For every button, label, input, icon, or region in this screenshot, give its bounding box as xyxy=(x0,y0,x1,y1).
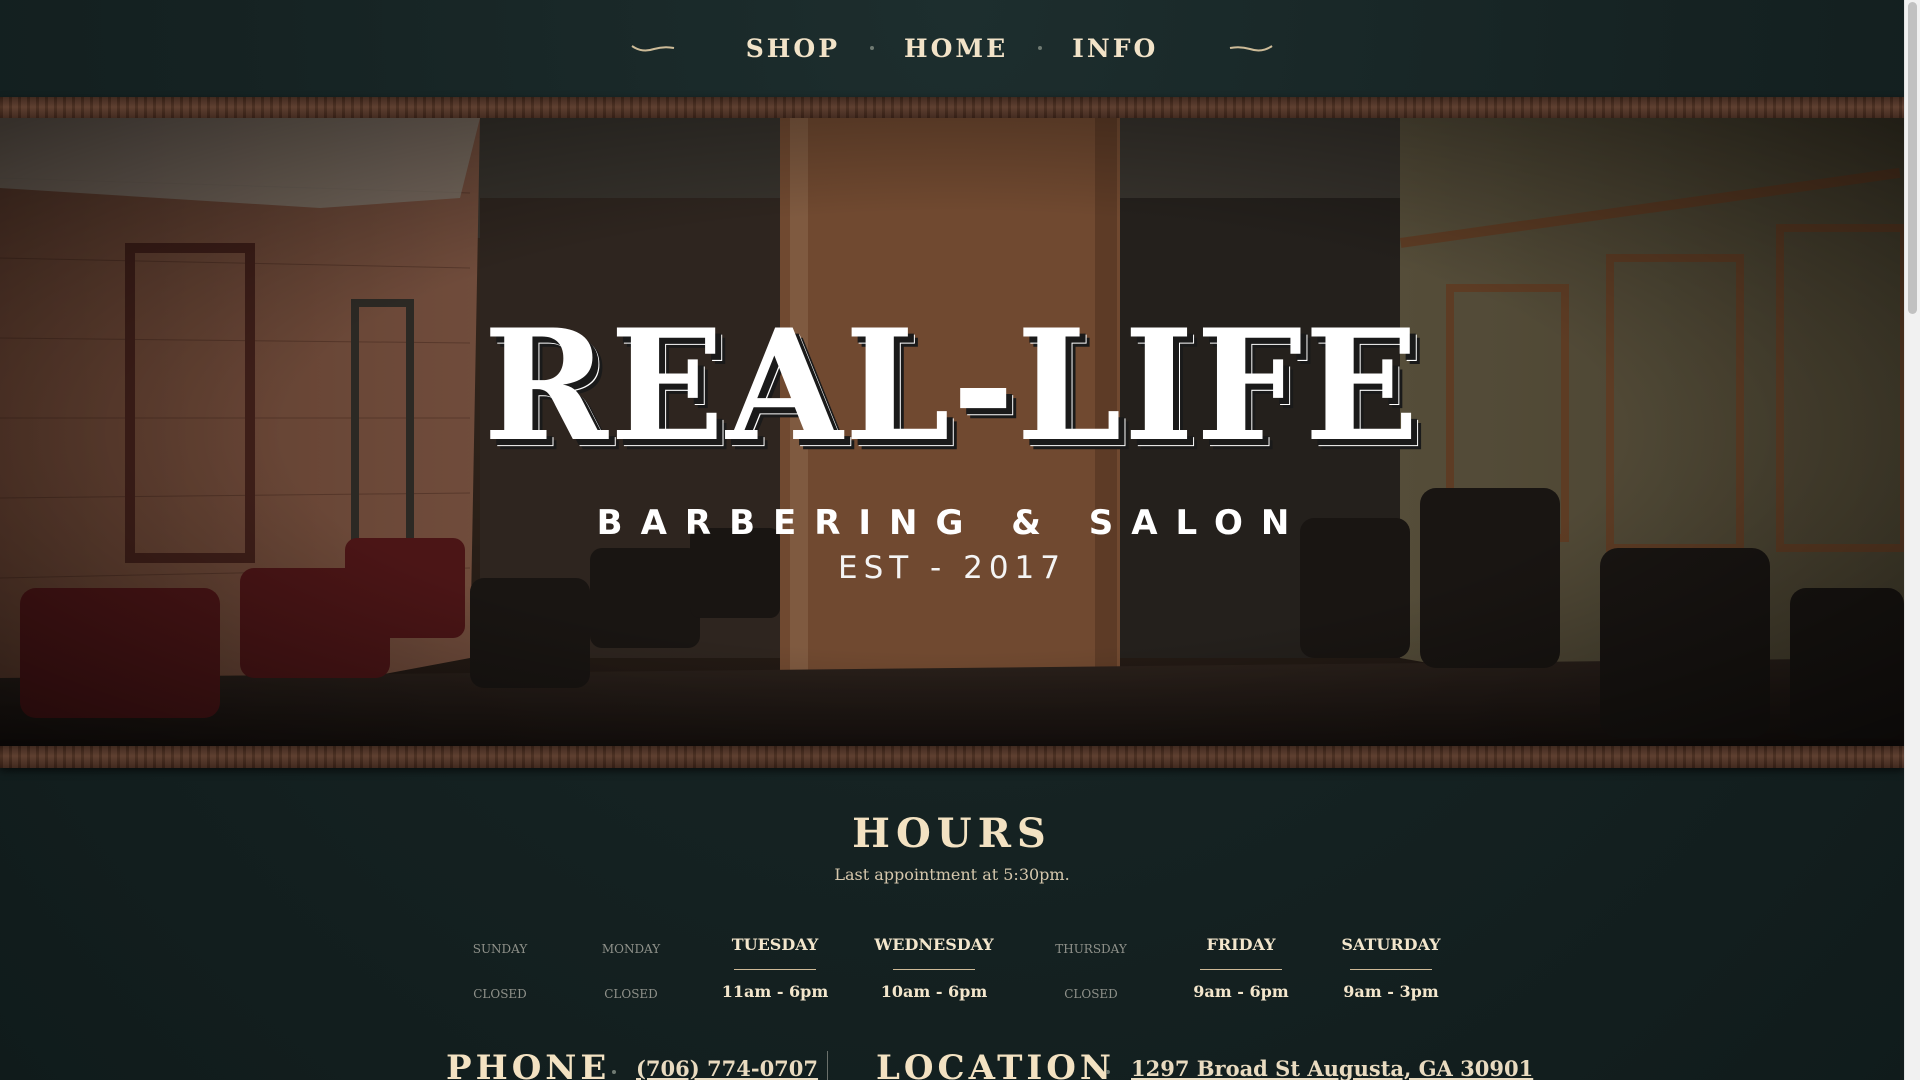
day-thursday: THURSDAY CLOSED xyxy=(1011,935,1171,1001)
day-hours: 11am - 6pm xyxy=(721,982,829,1001)
nav-link-shop[interactable]: SHOP xyxy=(724,34,862,63)
day-hours: 9am - 3pm xyxy=(1343,982,1439,1001)
day-name: WEDNESDAY xyxy=(874,935,994,954)
hero-wood-frame-top xyxy=(0,97,1904,119)
page-scrollbar[interactable] xyxy=(1904,0,1920,1080)
left-flourish-icon xyxy=(631,45,674,52)
page: SHOP HOME INFO REAL-LIFE BARBERING & SAL… xyxy=(0,0,1920,1080)
nav-link-info[interactable]: INFO xyxy=(1050,34,1180,63)
day-wednesday: WEDNESDAY 10am - 6pm xyxy=(854,935,1014,1001)
hours-days-list: SUNDAY CLOSED MONDAY CLOSED TUESDAY 11am… xyxy=(0,935,1904,1015)
day-hours: CLOSED xyxy=(604,987,658,1001)
right-flourish-icon xyxy=(1230,45,1273,52)
hours-heading: HOURS xyxy=(852,810,1052,857)
day-divider xyxy=(1050,974,1132,975)
contact-separator-dot xyxy=(1106,1070,1110,1074)
day-divider xyxy=(459,974,541,975)
location-address-link[interactable]: 1297 Broad St Augusta, GA 30901 xyxy=(1131,1056,1533,1080)
hero-logo: REAL-LIFE BARBERING & SALON EST - 2017 xyxy=(0,118,1904,746)
day-name: FRIDAY xyxy=(1206,935,1276,954)
day-name: MONDAY xyxy=(601,942,661,956)
day-divider xyxy=(590,974,672,975)
day-divider xyxy=(1350,969,1432,970)
nav-separator-dot xyxy=(870,46,875,50)
hours-note: Last appointment at 5:30pm. xyxy=(834,865,1070,884)
day-divider xyxy=(893,969,975,970)
nav-link-home[interactable]: HOME xyxy=(882,34,1030,63)
location-label: LOCATION xyxy=(876,1048,1116,1080)
day-divider xyxy=(1200,969,1282,970)
phone-number-link[interactable]: (706) 774-0707 xyxy=(636,1056,818,1080)
scrollbar-thumb[interactable] xyxy=(1908,2,1917,314)
day-name: SATURDAY xyxy=(1341,935,1441,954)
day-tuesday: TUESDAY 11am - 6pm xyxy=(695,935,855,1001)
logo-established: EST - 2017 xyxy=(838,550,1066,586)
day-hours: CLOSED xyxy=(1064,987,1118,1001)
day-hours: 10am - 6pm xyxy=(880,982,988,1001)
contact-strip: PHONE (706) 774-0707 LOCATION 1297 Broad… xyxy=(0,1048,1904,1080)
day-name: THURSDAY xyxy=(1055,942,1127,956)
day-saturday: SATURDAY 9am - 3pm xyxy=(1311,935,1471,1001)
day-friday: FRIDAY 9am - 6pm xyxy=(1161,935,1321,1001)
day-hours: 9am - 6pm xyxy=(1193,982,1289,1001)
logo-title: REAL-LIFE xyxy=(483,296,1421,476)
contact-divider xyxy=(827,1051,828,1080)
day-name: TUESDAY xyxy=(731,935,819,954)
hero-banner: REAL-LIFE BARBERING & SALON EST - 2017 xyxy=(0,118,1904,746)
logo-subtitle: BARBERING & SALON xyxy=(596,503,1308,543)
phone-label: PHONE xyxy=(446,1048,611,1080)
contact-separator-dot xyxy=(612,1070,616,1074)
day-divider xyxy=(734,969,816,970)
nav-separator-dot xyxy=(1038,46,1043,50)
top-navigation: SHOP HOME INFO xyxy=(0,0,1904,96)
hero-wood-frame-bottom xyxy=(0,746,1904,768)
day-monday: MONDAY CLOSED xyxy=(551,935,711,1001)
